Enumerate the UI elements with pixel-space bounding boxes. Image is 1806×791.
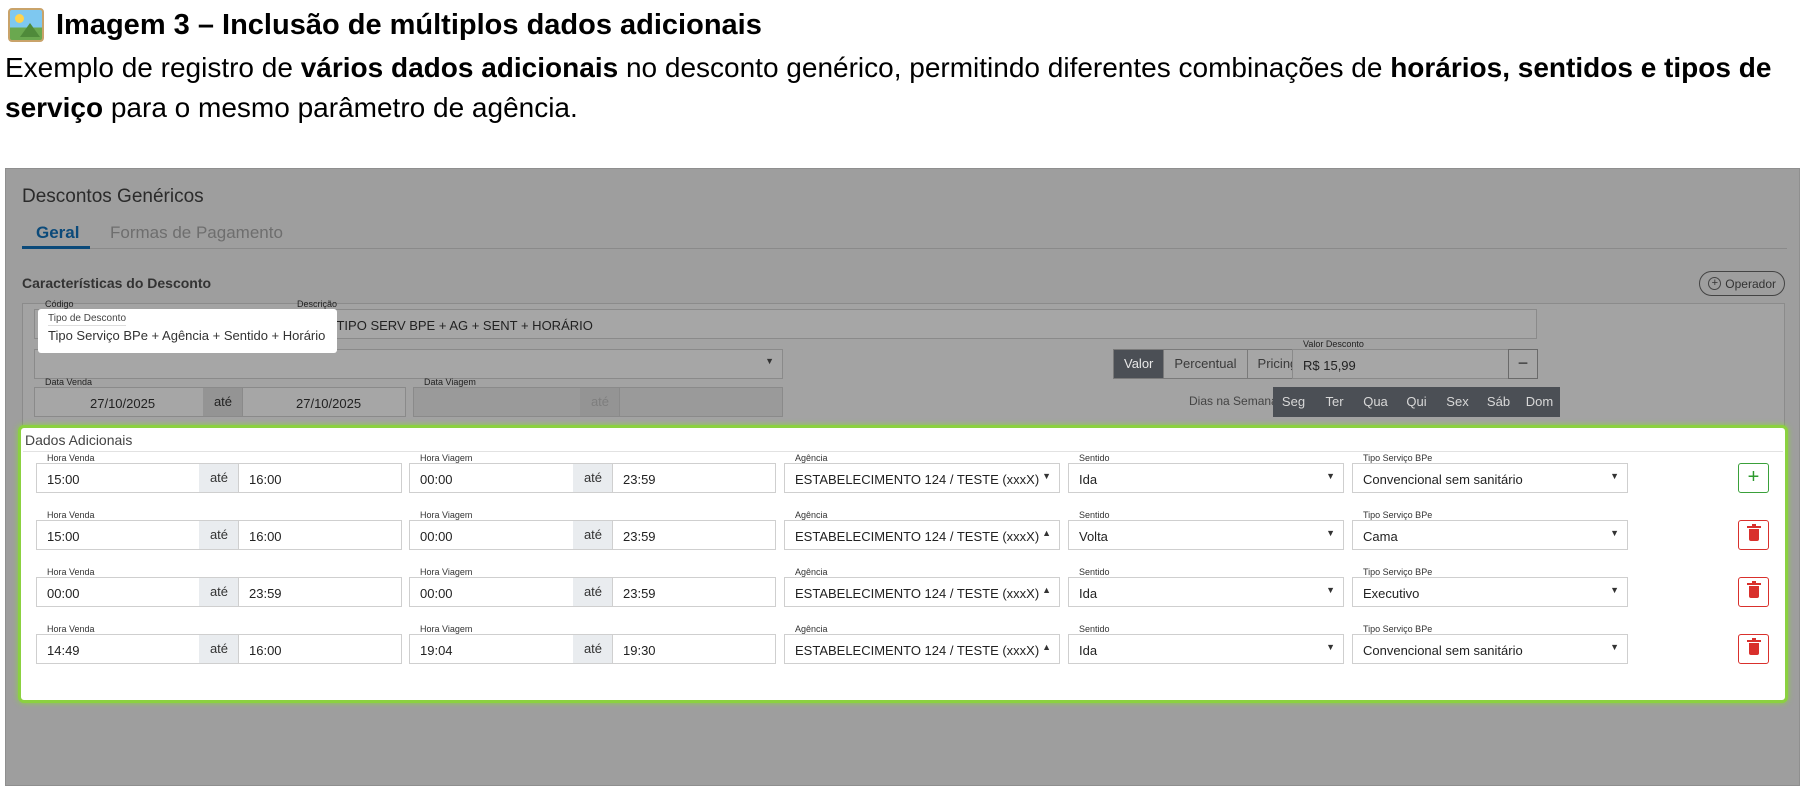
- trash-icon: [1747, 524, 1761, 541]
- hora-viagem-from[interactable]: Hora Viagem 00:00: [409, 510, 574, 550]
- active-tab-indicator: [22, 246, 90, 249]
- sentido-select[interactable]: Sentido Ida ▼: [1068, 624, 1344, 664]
- document-heading: Imagem 3 – Inclusão de múltiplos dados a…: [8, 6, 762, 44]
- day-sex[interactable]: Sex: [1437, 387, 1478, 417]
- tipo-desconto-highlight: Tipo de Desconto Tipo Serviço BPe + Agên…: [38, 309, 337, 353]
- sentido-select[interactable]: Sentido Ida ▼: [1068, 453, 1344, 493]
- dias-semana-label: Dias na Semana: [1189, 394, 1278, 408]
- hora-viagem-from[interactable]: Hora Viagem 00:00: [409, 453, 574, 493]
- day-sab[interactable]: Sáb: [1478, 387, 1519, 417]
- sentido-select[interactable]: Sentido Ida ▼: [1068, 567, 1344, 607]
- valor-desconto-field[interactable]: Valor Desconto R$ 15,99: [1292, 339, 1509, 379]
- agencia-select[interactable]: Agência ESTABELECIMENTO 124 / TESTE (xxxX…: [784, 567, 1060, 607]
- agencia-select[interactable]: Agência ESTABELECIMENTO 124 / TESTE (xxxX…: [784, 453, 1060, 493]
- ate-label: até: [580, 387, 620, 417]
- dados-adicionais-title: Dados Adicionais: [25, 432, 133, 448]
- ate-label: até: [573, 520, 613, 550]
- trash-icon: [1747, 581, 1761, 598]
- caret-up-icon: ▲: [1042, 528, 1051, 538]
- hora-viagem-to[interactable]: 23:59: [612, 520, 776, 550]
- caret-down-icon: ▼: [1610, 585, 1619, 595]
- day-qui[interactable]: Qui: [1396, 387, 1437, 417]
- hora-viagem-to[interactable]: 19:30: [612, 634, 776, 664]
- tipo-desconto-select[interactable]: ▼: [34, 349, 783, 379]
- mode-valor-button[interactable]: Valor: [1114, 350, 1164, 378]
- image-title: Imagem 3 – Inclusão de múltiplos dados a…: [56, 8, 762, 41]
- minus-button[interactable]: −: [1508, 349, 1538, 379]
- mode-percentual-button[interactable]: Percentual: [1163, 350, 1247, 378]
- caret-down-icon: ▼: [1610, 642, 1619, 652]
- hora-venda-from[interactable]: Hora Venda 15:00: [36, 510, 200, 550]
- ate-label: até: [573, 463, 613, 493]
- dados-adicionais-panel: Dados Adicionais Hora Venda 15:00 até 16:…: [18, 425, 1788, 703]
- ate-label: até: [199, 634, 239, 664]
- ate-label: até: [199, 520, 239, 550]
- day-ter[interactable]: Ter: [1314, 387, 1355, 417]
- hora-venda-from[interactable]: Hora Venda 14:49: [36, 624, 200, 664]
- caret-down-icon: ▼: [1610, 528, 1619, 538]
- ate-label: até: [573, 634, 613, 664]
- plus-circle-icon: +: [1708, 277, 1722, 290]
- app-screenshot: Descontos Genéricos Geral Formas de Paga…: [5, 168, 1800, 786]
- day-seg[interactable]: Seg: [1273, 387, 1314, 417]
- delete-row-button[interactable]: [1738, 520, 1769, 550]
- hora-venda-from[interactable]: Hora Venda 15:00: [36, 453, 200, 493]
- caret-down-icon: ▼: [1326, 471, 1335, 481]
- agencia-select[interactable]: Agência ESTABELECIMENTO 124 / TESTE (xxxX…: [784, 510, 1060, 550]
- descricao-field[interactable]: Descrição DESC TIPO SERV BPE + AG + SENT…: [286, 299, 1537, 339]
- sentido-select[interactable]: Sentido Volta ▼: [1068, 510, 1344, 550]
- picture-icon: [8, 8, 44, 42]
- tipo-servico-select[interactable]: Tipo Serviço BPe Cama ▼: [1352, 510, 1628, 550]
- hora-venda-to[interactable]: 16:00: [238, 463, 402, 493]
- hora-viagem-from[interactable]: Hora Viagem 00:00: [409, 567, 574, 607]
- delete-row-button[interactable]: [1738, 634, 1769, 664]
- add-operador-button[interactable]: + Operador: [1699, 271, 1785, 296]
- hora-venda-to[interactable]: 16:00: [238, 520, 402, 550]
- caret-down-icon: ▼: [1326, 528, 1335, 538]
- tipo-servico-select[interactable]: Tipo Serviço BPe Executivo ▼: [1352, 567, 1628, 607]
- data-viagem-to[interactable]: [619, 387, 783, 417]
- delete-row-button[interactable]: [1738, 577, 1769, 607]
- tab-formas-pagamento[interactable]: Formas de Pagamento: [110, 223, 283, 243]
- image-description: Exemplo de registro de vários dados adic…: [5, 52, 1772, 123]
- caret-down-icon: ▼: [765, 356, 774, 366]
- agencia-select[interactable]: Agência ESTABELECIMENTO 124 / TESTE (xxxX…: [784, 624, 1060, 664]
- hora-venda-from[interactable]: Hora Venda 00:00: [36, 567, 200, 607]
- day-qua[interactable]: Qua: [1355, 387, 1396, 417]
- caret-down-icon: ▼: [1610, 471, 1619, 481]
- caret-down-icon: ▼: [1326, 585, 1335, 595]
- ate-label: até: [199, 577, 239, 607]
- add-row-button[interactable]: +: [1738, 463, 1769, 493]
- caret-down-icon: ▼: [1042, 471, 1051, 481]
- hora-viagem-to[interactable]: 23:59: [612, 463, 776, 493]
- data-venda-from[interactable]: Data Venda 27/10/2025: [34, 377, 204, 417]
- hora-venda-to[interactable]: 16:00: [238, 634, 402, 664]
- hora-venda-to[interactable]: 23:59: [238, 577, 402, 607]
- ate-label: até: [199, 463, 239, 493]
- section-title: Características do Desconto: [22, 275, 212, 291]
- caret-down-icon: ▼: [1326, 642, 1335, 652]
- tab-geral[interactable]: Geral: [36, 223, 79, 243]
- tipo-servico-select[interactable]: Tipo Serviço BPe Convencional sem sanitár…: [1352, 624, 1628, 664]
- data-venda-to[interactable]: 27/10/2025: [242, 387, 406, 417]
- caret-up-icon: ▲: [1042, 585, 1051, 595]
- tab-bar: Geral Formas de Pagamento: [22, 217, 1787, 249]
- tipo-servico-select[interactable]: Tipo Serviço BPe Convencional sem sanitár…: [1352, 453, 1628, 493]
- caret-up-icon: ▲: [1042, 642, 1051, 652]
- trash-icon: [1747, 638, 1761, 655]
- discount-mode-toggle: Valor Percentual Pricing: [1113, 349, 1309, 379]
- ate-label: até: [203, 387, 243, 417]
- hora-viagem-from[interactable]: Hora Viagem 19:04: [409, 624, 574, 664]
- page-title: Descontos Genéricos: [22, 186, 204, 207]
- ate-label: até: [573, 577, 613, 607]
- day-dom[interactable]: Dom: [1519, 387, 1560, 417]
- divider: [23, 451, 1783, 452]
- hora-viagem-to[interactable]: 23:59: [612, 577, 776, 607]
- weekday-selector: Seg Ter Qua Qui Sex Sáb Dom: [1273, 387, 1560, 417]
- data-viagem-from[interactable]: Data Viagem: [413, 377, 581, 417]
